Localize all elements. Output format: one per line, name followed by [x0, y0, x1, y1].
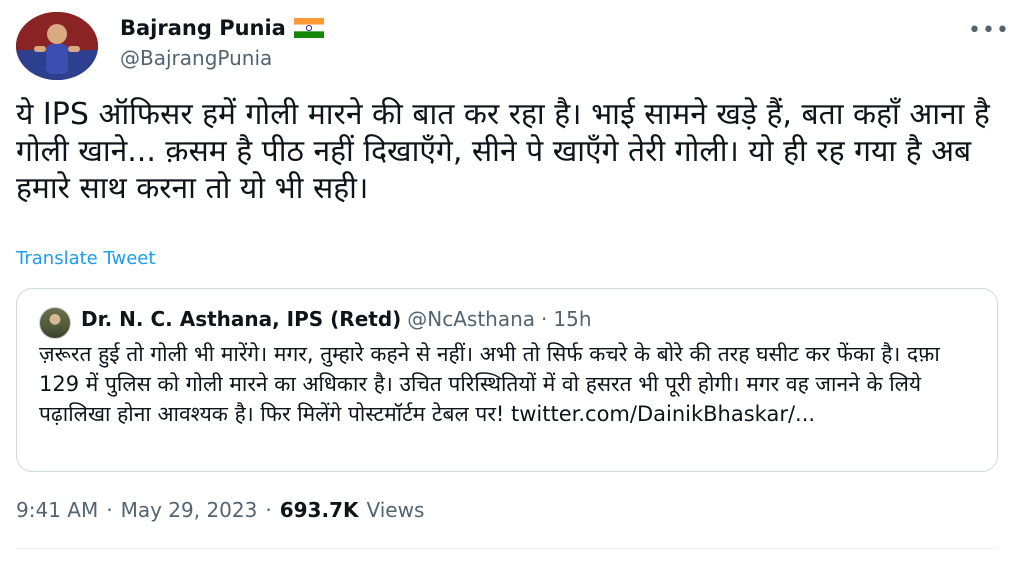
quoted-author-handle: @NcAsthana: [407, 307, 536, 331]
tweet-date[interactable]: May 29, 2023: [121, 498, 258, 522]
translate-tweet-link[interactable]: Translate Tweet: [16, 248, 155, 269]
avatar-image: [16, 12, 98, 80]
author-display-name[interactable]: Bajrang Punia: [120, 16, 286, 40]
views-count: 693.7K: [279, 498, 359, 522]
tweet-text: ये IPS ऑफिसर हमें गोली मारने की बात कर र…: [16, 97, 990, 206]
quoted-time: 15h: [553, 307, 592, 331]
quoted-tweet-text: ज़रूरत हुई तो गोली भी मारेंगे। मगर, तुम्…: [39, 342, 940, 426]
india-flag-icon: [293, 18, 324, 38]
more-options-icon[interactable]: •••: [968, 18, 1010, 43]
quoted-author-avatar: [39, 307, 71, 339]
quoted-tweet[interactable]: Dr. N. C. Asthana, IPS (Retd) @NcAsthana…: [16, 288, 998, 472]
author-handle[interactable]: @BajrangPunia: [120, 46, 272, 70]
author-name-row: Bajrang Punia: [120, 16, 324, 40]
quoted-separator: ·: [541, 307, 548, 331]
tweet-card: Bajrang Punia @BajrangPunia ••• ये IPS ऑ…: [0, 0, 1024, 576]
tweet-time[interactable]: 9:41 AM: [16, 498, 98, 522]
views-label: Views: [366, 498, 425, 522]
meta-separator: ·: [265, 498, 272, 522]
divider: [16, 548, 998, 549]
quoted-tweet-header: Dr. N. C. Asthana, IPS (Retd) @NcAsthana…: [81, 307, 592, 331]
meta-separator: ·: [106, 498, 113, 522]
author-avatar[interactable]: [16, 12, 98, 80]
tweet-meta: 9:41 AM · May 29, 2023 · 693.7K Views: [16, 498, 424, 522]
quoted-author-name: Dr. N. C. Asthana, IPS (Retd): [81, 307, 402, 331]
